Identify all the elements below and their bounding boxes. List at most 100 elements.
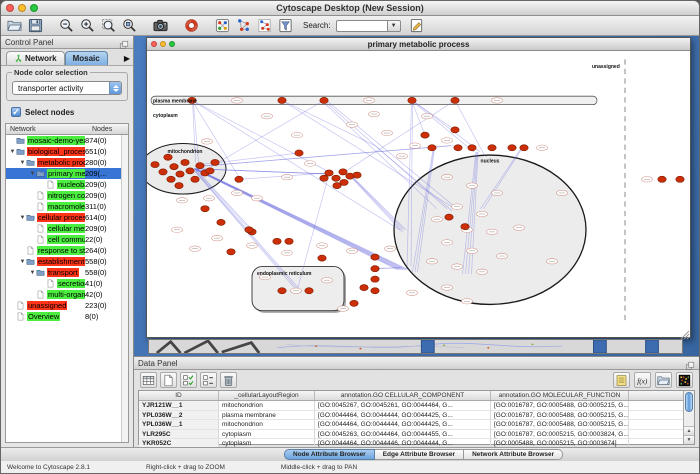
network-window-titlebar[interactable]: primary metabolic process [147, 38, 690, 51]
attribute-table[interactable]: ID_cellularLayoutRegionannotation.GO CEL… [139, 391, 683, 444]
tree-row[interactable]: unassigned223(0) [6, 300, 121, 311]
save-icon[interactable] [26, 17, 45, 35]
network-node[interactable] [508, 145, 516, 151]
table-row[interactable]: YJR121W__1mitochondrion[GO:0045267, GO:0… [139, 401, 683, 411]
network-node[interactable] [339, 169, 347, 175]
tree-row[interactable]: response to stimulu264(0) [6, 245, 121, 256]
network-node[interactable] [318, 255, 326, 261]
network-canvas[interactable]: plasma membranecytoplasmmitochondrionnuc… [147, 51, 690, 337]
network-node[interactable] [445, 214, 453, 220]
network-node[interactable] [371, 254, 379, 260]
network-node[interactable] [488, 145, 496, 151]
annotation-icon[interactable] [407, 17, 426, 35]
network-node[interactable] [658, 176, 666, 182]
scrollbar-thumb[interactable] [685, 392, 693, 412]
tree-row[interactable]: mosaic-demo-yeast874(0) [6, 135, 121, 146]
tree-expander-icon[interactable]: ▼ [19, 160, 26, 166]
network-node[interactable] [468, 145, 476, 151]
tree-row[interactable]: ▼transport558(0) [6, 267, 121, 278]
notepad-icon[interactable] [613, 372, 630, 388]
attribute-table-icon[interactable] [140, 372, 157, 388]
tree-row[interactable]: ▼cellular process614(0) [6, 212, 121, 223]
zoom-out-icon[interactable] [57, 17, 76, 35]
tab-node-attribute-browser[interactable]: Node Attribute Browser [284, 449, 375, 460]
table-column-header[interactable]: annotation.GO CELLULAR_COMPONENT [315, 391, 491, 400]
network-node[interactable] [227, 249, 235, 255]
zoom-fit-icon[interactable] [99, 17, 118, 35]
layout-network-1-icon[interactable] [234, 17, 253, 35]
delete-attribute-icon[interactable] [220, 372, 237, 388]
float-panel-icon[interactable] [119, 37, 129, 47]
network-node[interactable] [245, 227, 253, 233]
network-node[interactable] [278, 288, 286, 294]
network-node[interactable] [176, 171, 184, 177]
tree-row[interactable]: ▼primary metabo209(... [6, 168, 121, 179]
network-node[interactable] [164, 154, 172, 160]
network-node[interactable] [175, 183, 183, 189]
network-node[interactable] [676, 176, 684, 182]
network-node[interactable] [353, 172, 361, 178]
network-graph[interactable]: plasma membranecytoplasmmitochondrionnuc… [147, 51, 690, 337]
table-scrollbar[interactable]: ▲ ▼ [683, 391, 694, 444]
network-node[interactable] [320, 175, 328, 181]
network-node[interactable] [520, 145, 528, 151]
tree-expander-icon[interactable]: ▼ [19, 215, 26, 221]
tree-row[interactable]: cellular metabo209(0) [6, 223, 121, 234]
network-node[interactable] [217, 219, 225, 225]
tree-row[interactable]: secretion41(0) [6, 278, 121, 289]
network-node[interactable] [295, 150, 303, 156]
zoom-selected-icon[interactable] [120, 17, 139, 35]
network-node[interactable] [181, 159, 189, 165]
table-row[interactable]: YLR295Ccytoplasm[GO:0045263, GO:0044464,… [139, 430, 683, 440]
table-column-header[interactable]: ID [139, 391, 219, 400]
tree-expander-icon[interactable]: ▼ [29, 171, 36, 177]
network-node[interactable] [278, 97, 286, 103]
tree-row[interactable]: ▼metabolic process280(0) [6, 157, 121, 168]
table-row[interactable]: YPL036W__2plasma membrane[GO:0044464, GO… [139, 411, 683, 421]
network-node[interactable] [235, 176, 243, 182]
help-icon[interactable] [182, 17, 201, 35]
tab-network[interactable]: Network [6, 51, 65, 65]
network-node[interactable] [167, 176, 175, 182]
network-node[interactable] [461, 224, 469, 230]
network-node[interactable] [305, 288, 313, 294]
network-node[interactable] [186, 168, 194, 174]
tab-edge-attribute-browser[interactable]: Edge Attribute Browser [375, 449, 464, 460]
tab-mosaic[interactable]: Mosaic [65, 51, 108, 65]
network-node[interactable] [285, 238, 293, 244]
network-node[interactable] [454, 145, 462, 151]
network-node[interactable] [451, 97, 459, 103]
table-column-header[interactable]: _cellularLayoutRegion [219, 391, 315, 400]
unselect-attributes-icon[interactable] [200, 372, 217, 388]
new-attribute-icon[interactable] [160, 372, 177, 388]
tab-network-attribute-browser[interactable]: Network Attribute Browser [464, 449, 563, 460]
tab-overflow-arrow[interactable]: ▶ [124, 54, 130, 65]
vizmapper-icon[interactable] [213, 17, 232, 35]
matrix-icon[interactable] [676, 372, 693, 388]
table-row[interactable]: YPL036W__1mitochondrion[GO:0044464, GO:0… [139, 420, 683, 430]
tree-row[interactable]: nucleobase-co209(0) [6, 179, 121, 190]
network-node[interactable] [201, 206, 209, 212]
network-node[interactable] [206, 168, 214, 174]
tree-scrollbar[interactable] [121, 135, 128, 442]
network-node[interactable] [371, 266, 379, 272]
tree-row[interactable]: macromolecule311(0) [6, 201, 121, 212]
scroll-up-button[interactable]: ▲ [684, 426, 694, 435]
network-node[interactable] [159, 169, 167, 175]
tree-row[interactable]: Overview8(0) [6, 311, 121, 322]
tree-row[interactable]: ▼biological_process651(0) [6, 146, 121, 157]
tree-expander-icon[interactable]: ▼ [29, 270, 36, 276]
tree-row[interactable]: cell communicat22(0) [6, 234, 121, 245]
function-icon[interactable]: f(x) [634, 372, 651, 388]
network-node[interactable] [350, 300, 358, 306]
search-dropdown-button[interactable]: ▼ [388, 20, 401, 32]
network-node[interactable] [360, 285, 368, 291]
filter-icon[interactable] [276, 17, 295, 35]
open-folder-icon[interactable] [655, 372, 672, 388]
scroll-down-button[interactable]: ▼ [684, 435, 694, 444]
network-node[interactable] [421, 132, 429, 138]
network-node[interactable] [196, 163, 204, 169]
float-data-panel-icon[interactable] [685, 358, 695, 368]
network-node[interactable] [451, 127, 459, 133]
network-node[interactable] [408, 97, 416, 103]
